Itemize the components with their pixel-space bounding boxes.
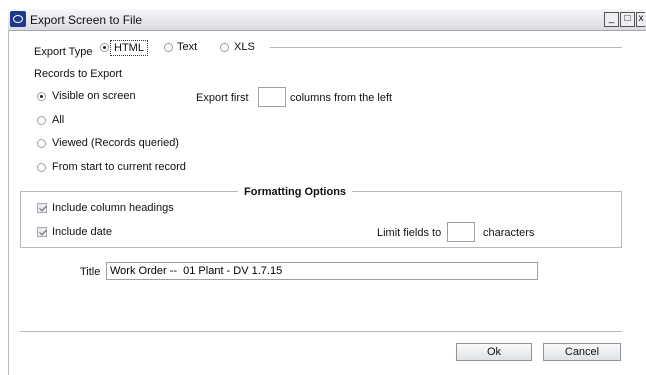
records-viewed-radio[interactable] <box>37 139 46 148</box>
export-first-label: Export first <box>196 92 249 104</box>
bottom-separator <box>20 331 622 332</box>
records-viewed-label[interactable]: Viewed (Records queried) <box>52 137 179 149</box>
columns-from-left-label: columns from the left <box>290 92 393 104</box>
formatting-options-group <box>20 191 622 248</box>
window-title: Export Screen to File <box>30 13 143 27</box>
export-dialog: Export Screen to File _ □ x Export Type … <box>0 0 646 375</box>
records-visible-label[interactable]: Visible on screen <box>52 90 136 102</box>
records-all-radio[interactable] <box>37 116 46 125</box>
window-left-edge <box>8 30 9 375</box>
records-from-start-label[interactable]: From start to current record <box>52 161 186 173</box>
oracle-app-icon <box>10 11 26 27</box>
title-input[interactable] <box>106 262 538 280</box>
include-date-label[interactable]: Include date <box>52 226 112 238</box>
maximize-icon[interactable]: □ <box>620 12 635 27</box>
include-date-checkbox[interactable] <box>37 227 47 237</box>
export-type-html-label[interactable]: HTML <box>110 40 148 56</box>
export-type-xls-label[interactable]: XLS <box>234 41 255 53</box>
limit-fields-label: Limit fields to <box>377 227 442 239</box>
export-type-separator <box>270 47 622 48</box>
characters-label: characters <box>483 227 535 239</box>
records-from-start-radio[interactable] <box>37 163 46 172</box>
export-type-html-radio[interactable] <box>100 43 109 52</box>
export-type-xls-radio[interactable] <box>220 43 229 52</box>
records-visible-radio[interactable] <box>37 92 46 101</box>
export-first-columns-input[interactable] <box>258 87 286 107</box>
title-label: Title <box>80 266 101 278</box>
records-to-export-label: Records to Export <box>34 68 123 80</box>
cancel-button[interactable]: Cancel <box>543 343 621 361</box>
export-type-text-radio[interactable] <box>164 43 173 52</box>
records-all-label[interactable]: All <box>52 114 64 126</box>
minimize-icon[interactable]: _ <box>604 12 619 27</box>
close-icon[interactable]: x <box>636 12 645 27</box>
formatting-options-title: Formatting Options <box>238 186 353 198</box>
include-headings-checkbox[interactable] <box>37 203 47 213</box>
ok-button[interactable]: Ok <box>456 343 532 361</box>
include-headings-label[interactable]: Include column headings <box>52 202 174 214</box>
export-type-text-label[interactable]: Text <box>177 41 197 53</box>
limit-fields-input[interactable] <box>447 222 475 242</box>
export-type-label: Export Type <box>34 46 93 58</box>
